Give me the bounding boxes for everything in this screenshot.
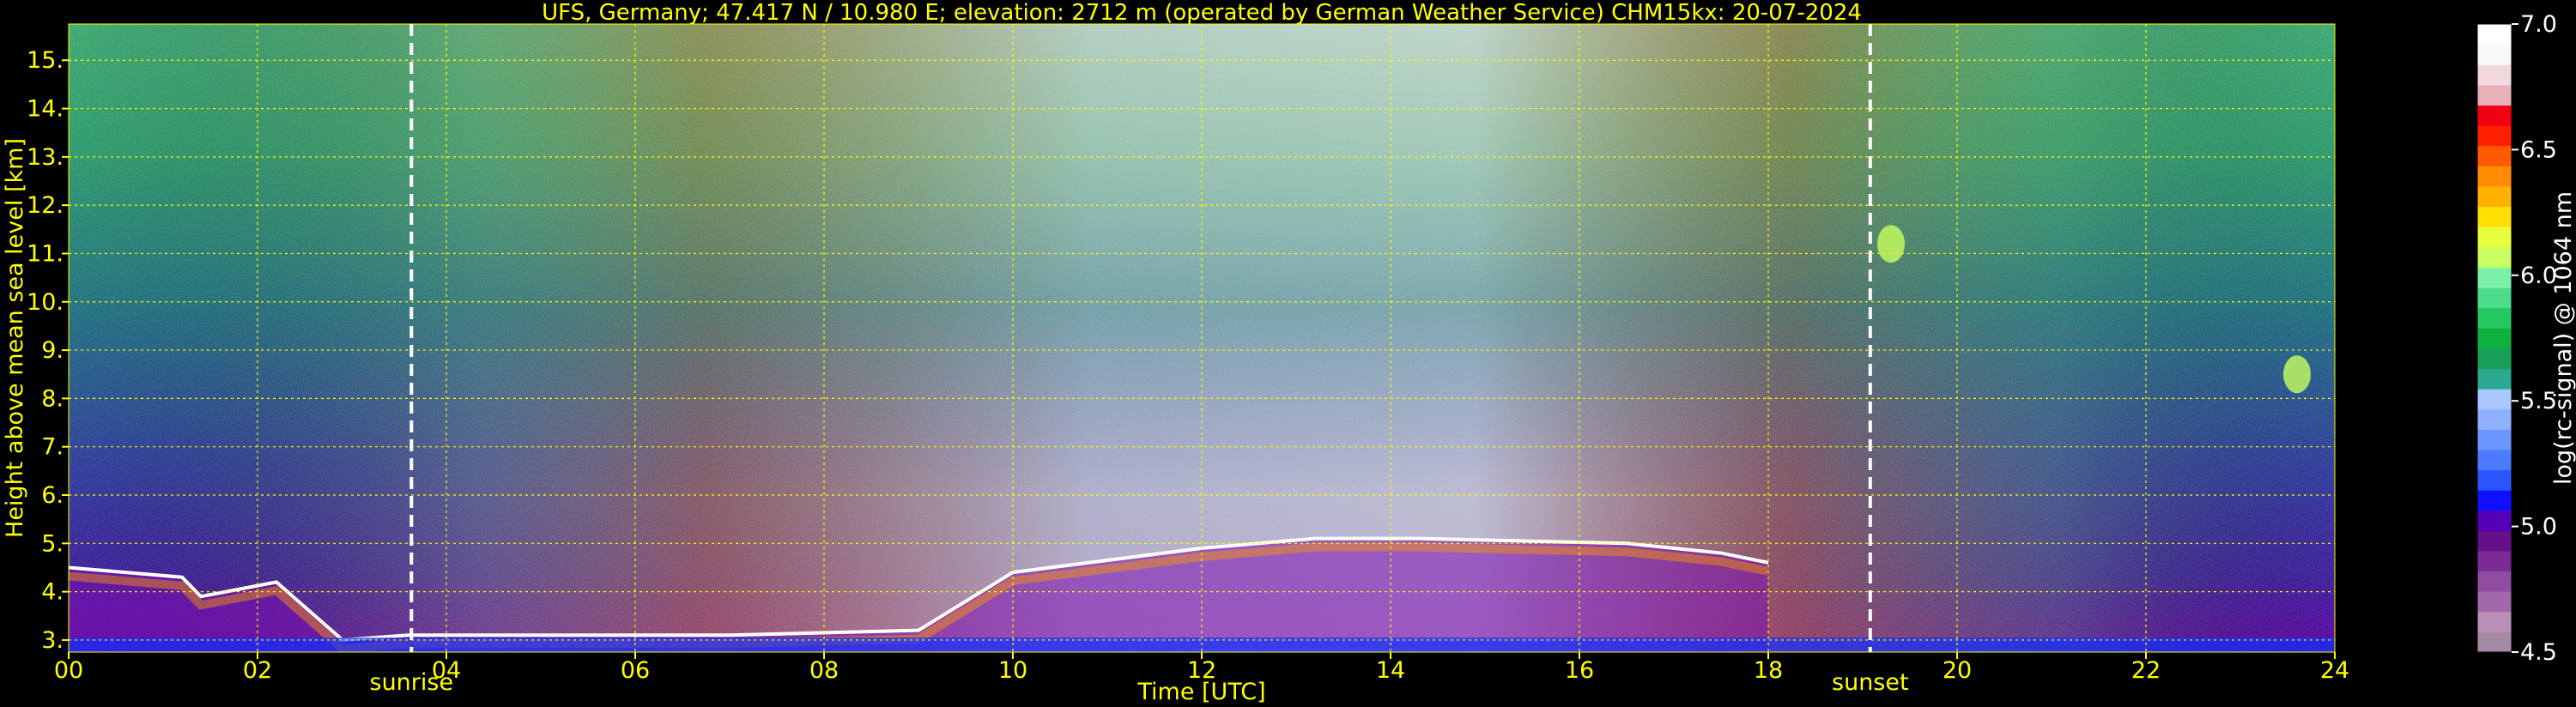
- x-tick-label: 02: [243, 657, 272, 684]
- y-tick-label: 14.: [27, 96, 64, 123]
- colorbar-swatch: [2477, 44, 2512, 65]
- colorbar-swatch: [2477, 166, 2512, 187]
- colorbar-swatch: [2477, 24, 2512, 45]
- colorbar-swatch: [2477, 571, 2512, 592]
- x-axis-label: Time [UTC]: [1136, 679, 1265, 705]
- colorbar-tick-label: 7.0: [2520, 11, 2557, 38]
- x-tick-label: 08: [809, 657, 839, 684]
- colorbar-swatch: [2477, 530, 2512, 552]
- x-tick-label: 20: [1943, 657, 1972, 684]
- colorbar-tick-label: 5.0: [2520, 514, 2557, 541]
- colorbar-swatch: [2477, 469, 2512, 491]
- x-tick-label: 04: [432, 657, 461, 684]
- x-tick-label: 10: [998, 657, 1027, 684]
- ceilometer-chart: sunrise sunset 00 02 04 06 08 10 12 14 16 18 20 22 24…: [2, 0, 2576, 705]
- x-tick-label: 06: [621, 657, 650, 684]
- colorbar-swatch: [2477, 591, 2512, 613]
- colorbar-swatch: [2477, 246, 2512, 268]
- sunset-label: sunset: [1832, 669, 1909, 696]
- x-tick-label: 24: [2320, 657, 2349, 684]
- x-tick-label: 16: [1565, 657, 1594, 684]
- cirrus-patch: [2283, 355, 2311, 394]
- colorbar-swatch: [2477, 267, 2512, 288]
- x-tick-label: 22: [2131, 657, 2161, 684]
- colorbar: 4.55.05.56.06.57.0: [2476, 11, 2557, 666]
- colorbar-tick-label: 6.5: [2520, 136, 2557, 163]
- colorbar-label: log(rc-signal) @ 1064 nm: [2550, 191, 2576, 485]
- colorbar-tick-label: 4.5: [2520, 639, 2557, 666]
- y-tick-label: 10.: [27, 289, 64, 316]
- y-tick-label: 7.: [41, 434, 64, 461]
- y-tick-label: 8.: [41, 385, 64, 412]
- x-tick-label: 14: [1376, 657, 1405, 684]
- colorbar-swatch: [2477, 227, 2512, 248]
- y-tick-label: 12.: [27, 192, 64, 219]
- x-tick-label: 18: [1754, 657, 1783, 684]
- cirrus-patch: [1877, 225, 1905, 263]
- colorbar-swatch: [2477, 368, 2512, 390]
- colorbar-swatch: [2477, 490, 2512, 511]
- y-tick-label: 4.: [41, 579, 64, 606]
- colorbar-swatch: [2477, 429, 2512, 450]
- y-tick-label: 13.: [27, 144, 64, 171]
- colorbar-swatch: [2477, 185, 2512, 208]
- colorbar-swatch: [2477, 631, 2512, 653]
- y-tick-label: 11.: [27, 240, 64, 267]
- colorbar-swatch: [2477, 84, 2512, 106]
- colorbar-swatch: [2477, 125, 2512, 147]
- colorbar-swatch: [2477, 328, 2512, 349]
- colorbar-swatch: [2477, 408, 2512, 430]
- colorbar-swatch: [2477, 449, 2512, 471]
- colorbar-swatch: [2477, 611, 2512, 632]
- y-tick-label: 15.: [27, 47, 64, 74]
- x-tick-label: 00: [54, 657, 83, 684]
- y-tick-label: 5.: [41, 530, 64, 557]
- colorbar-swatch: [2477, 550, 2512, 572]
- y-axis-label: Height above mean sea level [km]: [2, 138, 28, 538]
- colorbar-swatch: [2477, 206, 2512, 227]
- y-tick-label: 3.: [41, 627, 64, 654]
- colorbar-swatch: [2477, 64, 2512, 86]
- y-tick-label: 6.: [41, 482, 64, 509]
- colorbar-swatch: [2477, 105, 2512, 126]
- colorbar-swatch: [2477, 287, 2512, 309]
- colorbar-swatch: [2477, 145, 2512, 166]
- y-tick-label: 9.: [41, 337, 64, 364]
- chart-title: UFS, Germany; 47.417 N / 10.980 E; eleva…: [542, 0, 1862, 26]
- colorbar-swatch: [2477, 510, 2512, 531]
- colorbar-swatch: [2477, 347, 2512, 370]
- colorbar-swatch: [2477, 307, 2512, 329]
- y-axis: 3. 4. 5. 6. 7. 8. 9. 10. 11. 12. 13. 14. 15.: [27, 47, 69, 654]
- colorbar-swatch: [2477, 389, 2512, 410]
